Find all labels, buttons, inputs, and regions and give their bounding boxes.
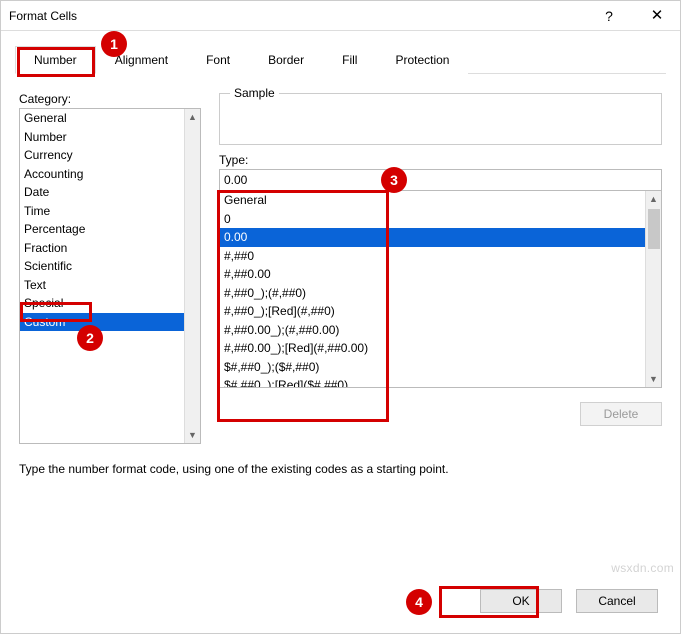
category-label: Category: (19, 92, 201, 106)
category-listbox[interactable]: General Number Currency Accounting Date … (19, 108, 201, 444)
tab-fill[interactable]: Fill (323, 46, 376, 74)
delete-row: Delete (219, 402, 662, 426)
list-item[interactable]: Currency (20, 146, 184, 165)
chevron-down-icon[interactable]: ▼ (649, 371, 658, 387)
list-item[interactable]: #,##0_);[Red](#,##0) (220, 302, 645, 321)
category-items: General Number Currency Accounting Date … (20, 109, 184, 443)
category-scrollbar[interactable]: ▲ ▼ (184, 109, 200, 443)
list-item[interactable]: Percentage (20, 220, 184, 239)
list-item[interactable]: Date (20, 183, 184, 202)
list-item[interactable]: Time (20, 202, 184, 221)
list-item-selected[interactable]: Custom (20, 313, 184, 332)
list-item[interactable]: #,##0.00_);[Red](#,##0.00) (220, 339, 645, 358)
list-item[interactable]: #,##0.00_);(#,##0.00) (220, 321, 645, 340)
close-icon[interactable]: ✕ (642, 1, 672, 31)
tab-number[interactable]: Number (15, 46, 96, 74)
tab-bar: Number Alignment Font Border Fill Protec… (15, 45, 666, 74)
category-column: Category: General Number Currency Accoun… (19, 86, 201, 444)
type-items: General 0 0.00 #,##0 #,##0.00 #,##0_);(#… (220, 191, 645, 387)
dialog-body: Category: General Number Currency Accoun… (1, 74, 680, 488)
tab-border[interactable]: Border (249, 46, 323, 74)
chevron-up-icon[interactable]: ▲ (188, 109, 197, 125)
list-item[interactable]: #,##0_);(#,##0) (220, 284, 645, 303)
watermark: wsxdn.com (611, 561, 674, 575)
window-title: Format Cells (9, 9, 77, 23)
help-text: Type the number format code, using one o… (19, 462, 662, 476)
list-item[interactable]: Accounting (20, 165, 184, 184)
type-listbox[interactable]: General 0 0.00 #,##0 #,##0.00 #,##0_);(#… (219, 190, 662, 388)
sample-group: Sample (219, 86, 662, 145)
list-item[interactable]: #,##0 (220, 247, 645, 266)
scroll-thumb[interactable] (648, 209, 660, 249)
list-item[interactable]: $#,##0_);($#,##0) (220, 358, 645, 377)
type-scrollbar[interactable]: ▲ ▼ (645, 191, 661, 387)
list-item[interactable]: Scientific (20, 257, 184, 276)
list-item[interactable]: 0 (220, 210, 645, 229)
delete-button: Delete (580, 402, 662, 426)
list-item-selected[interactable]: 0.00 (220, 228, 645, 247)
tab-protection[interactable]: Protection (376, 46, 468, 74)
titlebar: Format Cells ? ✕ (1, 1, 680, 31)
sample-legend: Sample (230, 86, 279, 100)
titlebar-buttons: ? ✕ (594, 1, 672, 31)
ok-button[interactable]: OK (480, 589, 562, 613)
dialog-footer: OK Cancel (480, 589, 658, 613)
list-item[interactable]: General (20, 109, 184, 128)
list-item[interactable]: Special (20, 294, 184, 313)
list-item[interactable]: Fraction (20, 239, 184, 258)
chevron-up-icon[interactable]: ▲ (649, 191, 658, 207)
list-item[interactable]: #,##0.00 (220, 265, 645, 284)
tab-alignment[interactable]: Alignment (96, 46, 187, 74)
right-column: Sample Type: General 0 0.00 #,##0 #,##0.… (219, 86, 662, 444)
list-item[interactable]: Number (20, 128, 184, 147)
tab-font[interactable]: Font (187, 46, 249, 74)
type-input[interactable] (219, 169, 662, 191)
list-item[interactable]: $#,##0_);[Red]($#,##0) (220, 376, 645, 387)
list-item[interactable]: General (220, 191, 645, 210)
callout-badge-4: 4 (406, 589, 432, 615)
list-item[interactable]: Text (20, 276, 184, 295)
chevron-down-icon[interactable]: ▼ (188, 427, 197, 443)
sample-value (230, 110, 651, 124)
cancel-button[interactable]: Cancel (576, 589, 658, 613)
type-label: Type: (219, 153, 662, 167)
help-icon[interactable]: ? (594, 1, 624, 31)
